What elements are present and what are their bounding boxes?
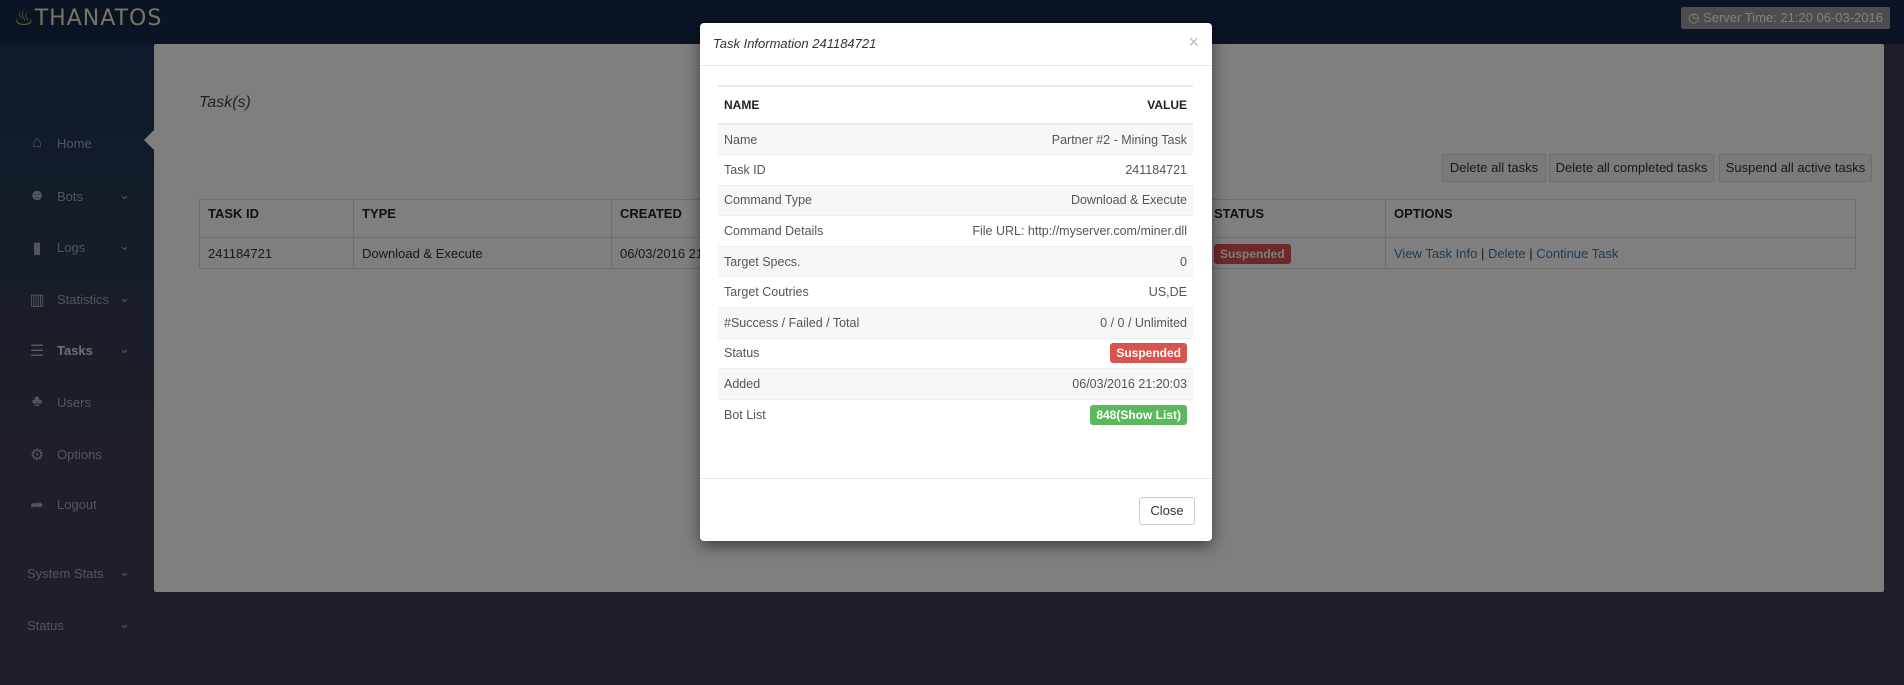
col-value: VALUE bbox=[905, 85, 1193, 125]
info-value-cell: US,DE bbox=[905, 276, 1193, 308]
info-value-cell: File URL: http://myserver.com/miner.dll bbox=[905, 215, 1193, 247]
info-value-cell: 848(Show List) bbox=[905, 398, 1193, 430]
info-row: Task ID 241184721 bbox=[718, 154, 1193, 186]
info-name: Target Coutries bbox=[718, 276, 906, 308]
close-button[interactable]: Close bbox=[1139, 497, 1195, 525]
info-value: US,DE bbox=[1148, 285, 1187, 300]
info-header-row: NAME VALUE bbox=[718, 85, 1193, 125]
info-value-cell: 241184721 bbox=[905, 154, 1193, 186]
close-icon[interactable]: × bbox=[1188, 32, 1199, 53]
info-row: Added 06/03/2016 21:20:03 bbox=[718, 368, 1193, 400]
info-value-cell: Suspended bbox=[905, 337, 1193, 369]
info-name: Added bbox=[718, 368, 906, 400]
info-name: #Success / Failed / Total bbox=[718, 307, 906, 339]
info-row: #Success / Failed / Total 0 / 0 / Unlimit… bbox=[718, 307, 1193, 339]
info-row: Command Type Download & Execute bbox=[718, 184, 1193, 216]
status-badge: Suspended bbox=[1110, 343, 1187, 364]
info-name: Name bbox=[718, 123, 906, 155]
show-bot-list-button[interactable]: 848(Show List) bbox=[1090, 404, 1187, 425]
info-name: Task ID bbox=[718, 154, 906, 186]
info-name: Status bbox=[718, 337, 906, 369]
info-value-cell: Partner #2 - Mining Task bbox=[905, 123, 1193, 155]
task-info-table: NAME VALUE Name Partner #2 - Mining Task T… bbox=[718, 85, 1193, 430]
modal-footer: Close bbox=[700, 478, 1212, 541]
info-name: Command Details bbox=[718, 215, 906, 247]
info-value: Partner #2 - Mining Task bbox=[1051, 132, 1187, 147]
info-value: Download & Execute bbox=[1070, 193, 1187, 208]
info-row: Command Details File URL: http://myserver… bbox=[718, 215, 1193, 247]
info-name: Command Type bbox=[718, 184, 906, 216]
info-value-cell: 06/03/2016 21:20:03 bbox=[905, 368, 1193, 400]
info-value-cell: 0 / 0 / Unlimited bbox=[905, 307, 1193, 339]
info-value: 0 / 0 / Unlimited bbox=[1100, 315, 1187, 330]
info-value: 241184721 bbox=[1125, 162, 1187, 177]
info-row: Target Specs. 0 bbox=[718, 245, 1193, 277]
task-info-modal: Task Information 241184721 × NAME VALUE … bbox=[700, 23, 1212, 541]
info-row: Target Coutries US,DE bbox=[718, 276, 1193, 308]
info-value: 06/03/2016 21:20:03 bbox=[1072, 377, 1187, 392]
info-name: Bot List bbox=[718, 398, 906, 430]
info-row: Name Partner #2 - Mining Task bbox=[718, 123, 1193, 155]
modal-title: Task Information 241184721 bbox=[713, 36, 877, 51]
info-name: Target Specs. bbox=[718, 245, 906, 277]
info-value-cell: 0 bbox=[905, 245, 1193, 277]
info-value: File URL: http://myserver.com/miner.dll bbox=[972, 224, 1187, 239]
info-value-cell: Download & Execute bbox=[905, 184, 1193, 216]
modal-header: Task Information 241184721 × bbox=[700, 23, 1212, 66]
col-name: NAME bbox=[718, 85, 906, 125]
info-row: Status Suspended bbox=[718, 337, 1193, 369]
info-value: 0 bbox=[1180, 254, 1187, 269]
info-row: Bot List 848(Show List) bbox=[718, 398, 1193, 430]
